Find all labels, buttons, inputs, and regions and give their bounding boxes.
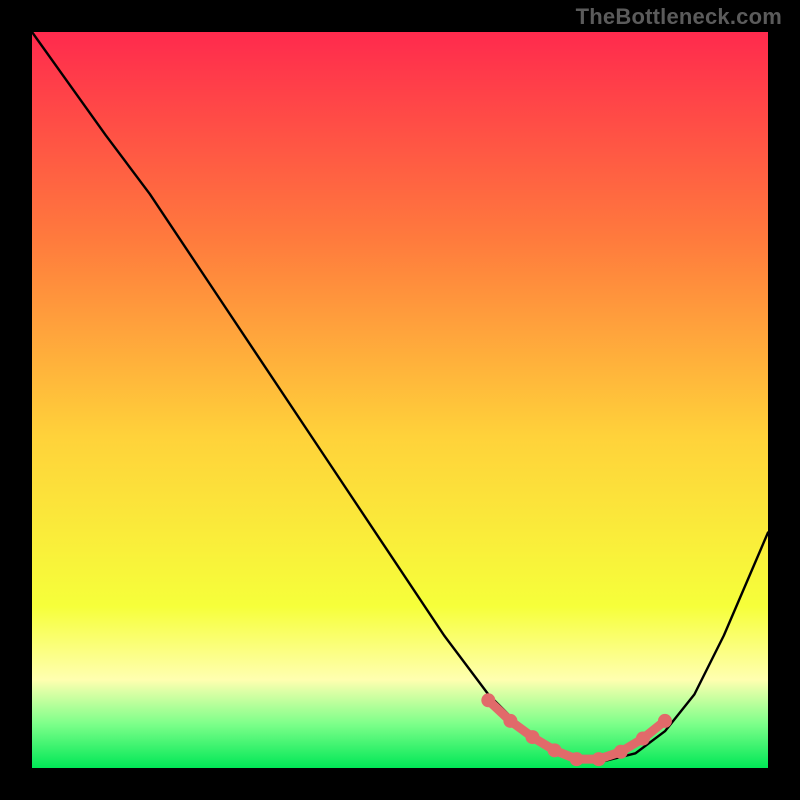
optimal-band-marker [614,745,628,759]
chart-frame: TheBottleneck.com [0,0,800,800]
optimal-band-marker [503,714,517,728]
optimal-band-marker [636,732,650,746]
optimal-band-marker [592,752,606,766]
optimal-band-marker [481,693,495,707]
chart-svg [32,32,768,768]
optimal-band-marker [525,730,539,744]
optimal-band-marker [658,714,672,728]
optimal-band-marker [548,743,562,757]
gradient-background [32,32,768,768]
plot-area [32,32,768,768]
optimal-band-marker [570,752,584,766]
watermark-text: TheBottleneck.com [576,4,782,30]
